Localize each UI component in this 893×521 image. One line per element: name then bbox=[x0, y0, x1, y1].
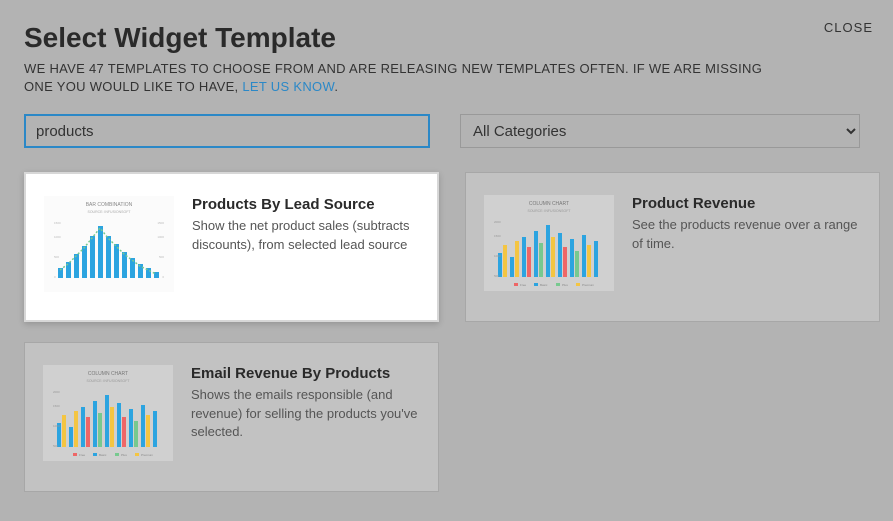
svg-text:Plus: Plus bbox=[121, 453, 127, 457]
svg-text:1500: 1500 bbox=[494, 234, 501, 238]
svg-text:COLUMN CHART: COLUMN CHART bbox=[529, 201, 569, 207]
card-description: Show the net product sales (subtracts di… bbox=[192, 217, 419, 253]
svg-text:1000: 1000 bbox=[53, 424, 60, 428]
card-body: Product Revenue See the products revenue… bbox=[632, 195, 861, 299]
svg-text:500: 500 bbox=[159, 255, 164, 259]
svg-text:500: 500 bbox=[53, 444, 58, 448]
subtitle-text: WE HAVE 47 TEMPLATES TO CHOOSE FROM AND … bbox=[24, 61, 762, 94]
svg-text:2000: 2000 bbox=[53, 390, 60, 394]
svg-text:1000: 1000 bbox=[54, 235, 61, 239]
card-thumbnail: COLUMN CHART SOURCE: INFUSIONSOFT bbox=[43, 365, 173, 461]
let-us-know-link[interactable]: LET US KNOW bbox=[242, 79, 334, 94]
svg-text:SOURCE: INFUSIONSOFT: SOURCE: INFUSIONSOFT bbox=[87, 379, 131, 383]
svg-text:Plus: Plus bbox=[562, 283, 568, 287]
card-title: Email Revenue By Products bbox=[191, 365, 420, 382]
svg-text:1500: 1500 bbox=[53, 404, 60, 408]
svg-text:Premium: Premium bbox=[141, 453, 154, 457]
card-description: Shows the emails responsible (and revenu… bbox=[191, 386, 420, 441]
template-grid: BAR COMBINATION SOURCE: INFUSIONSOFT bbox=[24, 172, 869, 492]
card-title: Product Revenue bbox=[632, 195, 861, 212]
page-title: Select Widget Template bbox=[24, 22, 869, 54]
dialog: Select Widget Template WE HAVE 47 TEMPLA… bbox=[0, 0, 893, 514]
controls-row: All Categories bbox=[24, 114, 869, 148]
card-description: See the products revenue over a range of… bbox=[632, 216, 861, 252]
subtitle-tail: . bbox=[334, 79, 338, 94]
svg-text:1000: 1000 bbox=[494, 254, 501, 258]
column-chart-icon: COLUMN CHART SOURCE: INFUSIONSOFT bbox=[43, 365, 173, 461]
svg-text:Basic: Basic bbox=[540, 283, 548, 287]
card-title: Products By Lead Source bbox=[192, 196, 419, 213]
bar-combination-icon: BAR COMBINATION SOURCE: INFUSIONSOFT bbox=[44, 196, 174, 292]
template-card-product-revenue[interactable]: COLUMN CHART SOURCE: INFUSIONSOFT bbox=[465, 172, 880, 322]
svg-text:SOURCE: INFUSIONSOFT: SOURCE: INFUSIONSOFT bbox=[528, 209, 572, 213]
svg-text:COLUMN CHART: COLUMN CHART bbox=[88, 371, 128, 377]
svg-text:1000: 1000 bbox=[157, 235, 164, 239]
svg-text:Premium: Premium bbox=[582, 283, 595, 287]
svg-text:500: 500 bbox=[494, 274, 499, 278]
card-thumbnail: BAR COMBINATION SOURCE: INFUSIONSOFT bbox=[44, 196, 174, 292]
column-chart-icon: COLUMN CHART SOURCE: INFUSIONSOFT bbox=[484, 195, 614, 291]
svg-text:2000: 2000 bbox=[494, 220, 501, 224]
svg-text:Free: Free bbox=[79, 453, 86, 457]
svg-text:500: 500 bbox=[54, 255, 59, 259]
svg-text:Basic: Basic bbox=[99, 453, 107, 457]
svg-text:Free: Free bbox=[520, 283, 527, 287]
card-body: Email Revenue By Products Shows the emai… bbox=[191, 365, 420, 469]
category-select[interactable]: All Categories bbox=[460, 114, 860, 148]
subtitle: WE HAVE 47 TEMPLATES TO CHOOSE FROM AND … bbox=[24, 60, 784, 96]
svg-text:BAR COMBINATION: BAR COMBINATION bbox=[86, 202, 133, 208]
svg-text:1500: 1500 bbox=[54, 221, 61, 225]
card-body: Products By Lead Source Show the net pro… bbox=[192, 196, 419, 298]
svg-text:1500: 1500 bbox=[157, 221, 164, 225]
search-input[interactable] bbox=[24, 114, 430, 148]
close-button[interactable]: CLOSE bbox=[824, 20, 873, 35]
template-card-email-revenue-by-products[interactable]: COLUMN CHART SOURCE: INFUSIONSOFT bbox=[24, 342, 439, 492]
card-thumbnail: COLUMN CHART SOURCE: INFUSIONSOFT bbox=[484, 195, 614, 291]
template-card-products-by-lead-source[interactable]: BAR COMBINATION SOURCE: INFUSIONSOFT bbox=[24, 172, 439, 322]
svg-text:SOURCE: INFUSIONSOFT: SOURCE: INFUSIONSOFT bbox=[88, 210, 132, 214]
